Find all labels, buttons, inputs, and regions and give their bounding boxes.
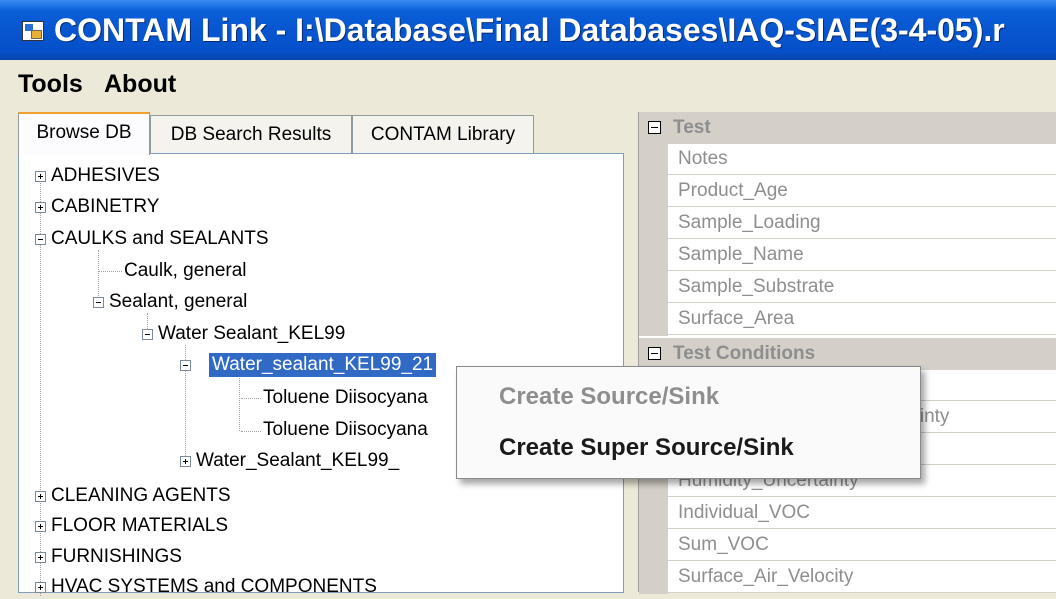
tree-line bbox=[239, 376, 240, 431]
menu-item-create-source-sink[interactable]: Create Source/Sink bbox=[499, 383, 719, 411]
property-name: Surface_Area bbox=[668, 304, 1056, 335]
collapse-icon[interactable] bbox=[35, 234, 46, 245]
tree-line bbox=[241, 398, 261, 399]
property-name: Sum_VOC bbox=[668, 530, 1056, 561]
property-row[interactable]: Product_Age bbox=[639, 176, 1056, 208]
property-name: Sample_Loading bbox=[668, 208, 1056, 239]
tree-line bbox=[98, 271, 122, 272]
collapse-icon[interactable] bbox=[648, 121, 661, 134]
expand-icon[interactable] bbox=[180, 456, 191, 467]
collapse-icon[interactable] bbox=[648, 347, 661, 360]
menu-bar: Tools About bbox=[0, 60, 1056, 106]
tree-item-water-sealant-b[interactable]: Water_Sealant_KEL99_ bbox=[196, 449, 399, 473]
tree-item-water-sealant[interactable]: Water Sealant_KEL99 bbox=[158, 322, 345, 346]
property-name: Product_Age bbox=[668, 176, 1056, 207]
category-title: Test bbox=[673, 117, 711, 138]
tree-item-cleaning-agents[interactable]: CLEANING AGENTS bbox=[51, 484, 231, 508]
property-grid[interactable]: Test Notes Product_Age Sample_Loading Sa… bbox=[638, 112, 1056, 594]
tree-item-toluene-1[interactable]: Toluene Diisocyana bbox=[263, 386, 428, 410]
property-row[interactable]: Sum_VOC bbox=[639, 530, 1056, 562]
tree-item-cabinetry[interactable]: CABINETRY bbox=[51, 195, 159, 219]
property-name: Sample_Name bbox=[668, 240, 1056, 271]
tab-db-search-results[interactable]: DB Search Results bbox=[150, 115, 352, 153]
expand-icon[interactable] bbox=[35, 202, 46, 213]
window-title: CONTAM Link - I:\Database\Final Database… bbox=[54, 12, 1005, 48]
property-row[interactable]: Individual_VOC bbox=[639, 498, 1056, 530]
expand-icon[interactable] bbox=[35, 521, 46, 532]
expand-icon[interactable] bbox=[35, 552, 46, 563]
title-bar[interactable]: CONTAM Link - I:\Database\Final Database… bbox=[0, 0, 1056, 60]
property-row[interactable]: Surface_Air_Velocity bbox=[639, 562, 1056, 594]
menu-tools[interactable]: Tools bbox=[18, 70, 83, 99]
property-row[interactable]: Notes bbox=[639, 144, 1056, 176]
expand-icon[interactable] bbox=[35, 491, 46, 502]
tree-line bbox=[98, 250, 99, 302]
collapse-icon[interactable] bbox=[180, 360, 191, 371]
category-test[interactable]: Test bbox=[639, 112, 1056, 144]
property-name: Surface_Air_Velocity bbox=[668, 562, 1056, 593]
collapse-icon[interactable] bbox=[93, 297, 104, 308]
tree-item-water-sealant-21[interactable]: Water_sealant_KEL99_21 bbox=[209, 353, 437, 377]
property-row[interactable]: Sample_Name bbox=[639, 240, 1056, 272]
app-icon[interactable] bbox=[22, 21, 44, 41]
tree-item-hvac[interactable]: HVAC SYSTEMS and COMPONENTS bbox=[51, 575, 377, 599]
tree-item-furnishings[interactable]: FURNISHINGS bbox=[51, 545, 182, 569]
property-row[interactable]: Sample_Substrate bbox=[639, 272, 1056, 304]
menu-about[interactable]: About bbox=[104, 70, 176, 99]
tree-item-caulk-general[interactable]: Caulk, general bbox=[124, 259, 247, 283]
tree-item-caulks-sealants[interactable]: CAULKS and SEALANTS bbox=[51, 227, 269, 251]
menu-item-create-super-source-sink[interactable]: Create Super Source/Sink bbox=[499, 434, 794, 462]
tab-contam-library[interactable]: CONTAM Library bbox=[352, 115, 534, 153]
context-menu: Create Source/Sink Create Super Source/S… bbox=[456, 366, 921, 479]
category-title: Test Conditions bbox=[673, 343, 816, 364]
collapse-icon[interactable] bbox=[142, 329, 153, 340]
tree-item-toluene-2[interactable]: Toluene Diisocyana bbox=[263, 418, 428, 442]
property-row[interactable]: Surface_Area bbox=[639, 304, 1056, 336]
property-name: Sample_Substrate bbox=[668, 272, 1056, 303]
property-name: Notes bbox=[668, 144, 1056, 175]
tree-item-sealant-general[interactable]: Sealant, general bbox=[109, 290, 247, 314]
tab-browse-db[interactable]: Browse DB bbox=[18, 112, 150, 155]
tree-line bbox=[241, 431, 261, 432]
property-name: Individual_VOC bbox=[668, 498, 1056, 529]
tree-item-floor-materials[interactable]: FLOOR MATERIALS bbox=[51, 514, 228, 538]
expand-icon[interactable] bbox=[35, 171, 46, 182]
property-row[interactable]: Sample_Loading bbox=[639, 208, 1056, 240]
tree-item-adhesives[interactable]: ADHESIVES bbox=[51, 164, 160, 188]
